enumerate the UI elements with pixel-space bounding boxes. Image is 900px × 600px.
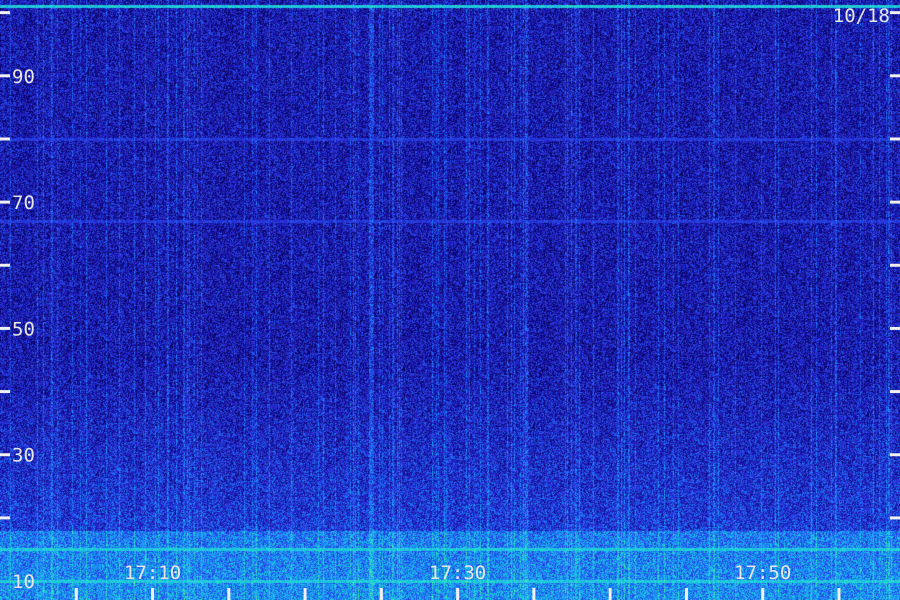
y-tick-label: 70 — [12, 192, 35, 214]
x-tick-label: 17:30 — [429, 562, 486, 584]
y-tick-label: 90 — [12, 66, 35, 88]
y-tick-label: 10 — [12, 571, 35, 593]
y-tick-label: 30 — [12, 445, 35, 467]
spectrogram-view: 10 30 50 70 90 17:10 17:30 17:50 10/18 — [0, 0, 900, 600]
date-label: 10/18 — [832, 5, 890, 27]
y-tick-label: 50 — [12, 318, 35, 340]
axis-overlay: 10 30 50 70 90 17:10 17:30 17:50 — [0, 11, 900, 600]
x-tick-label: 17:50 — [734, 562, 791, 584]
x-tick-label: 17:10 — [124, 562, 181, 584]
